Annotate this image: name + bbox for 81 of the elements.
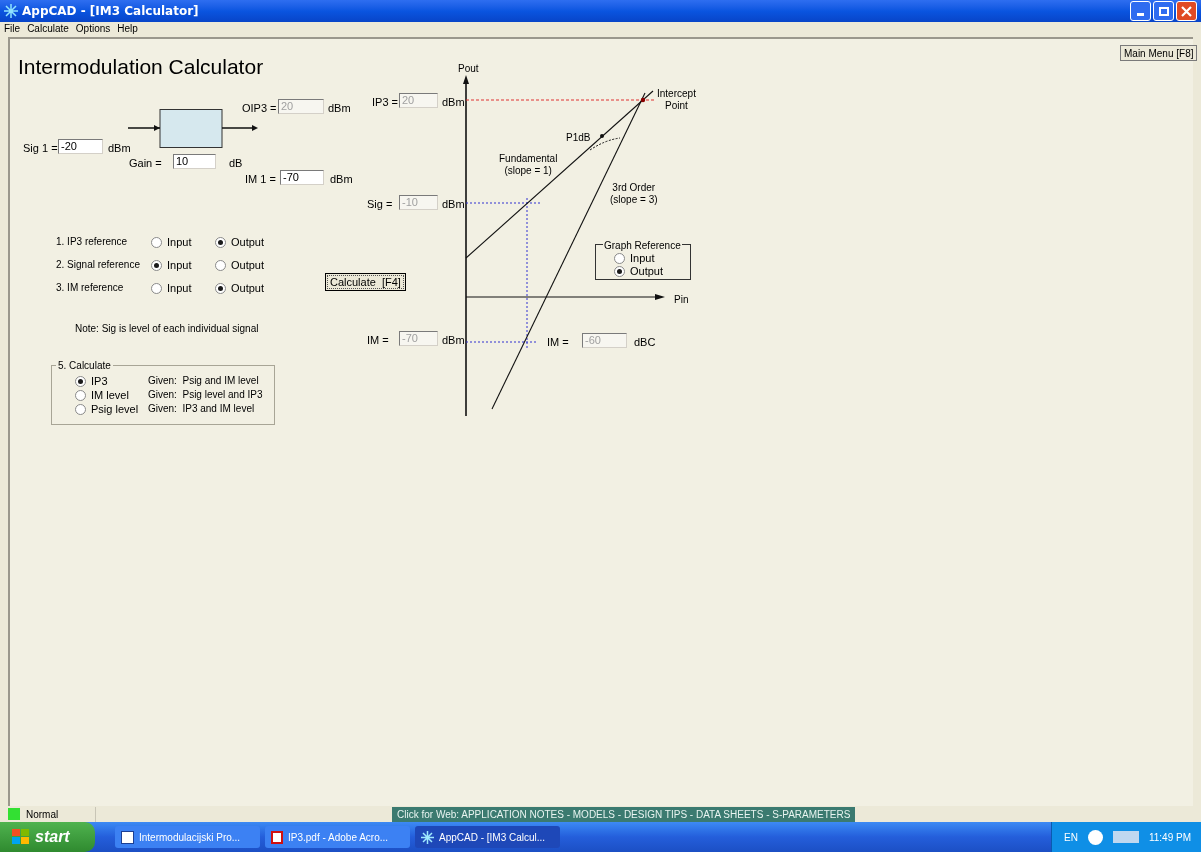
axis-label: Pout bbox=[458, 62, 479, 76]
calculate-button[interactable]: Calculate [F4] bbox=[325, 273, 406, 291]
unit-label: dB bbox=[229, 156, 243, 171]
field-label: Gain = bbox=[129, 156, 162, 171]
field-label: IM = bbox=[367, 333, 389, 348]
radio-label: Psig level bbox=[91, 402, 139, 417]
radio-label: Output bbox=[231, 235, 265, 250]
restore-button[interactable] bbox=[1153, 1, 1174, 21]
input-field[interactable]: -20 bbox=[58, 139, 103, 154]
field-label: Sig = bbox=[367, 197, 393, 212]
input-field[interactable]: -70 bbox=[280, 170, 324, 185]
close-button[interactable] bbox=[1176, 1, 1197, 21]
minimize-icon bbox=[1137, 13, 1144, 16]
menu-item[interactable]: Options bbox=[75, 21, 111, 36]
radio-button[interactable] bbox=[75, 375, 86, 387]
axis-label: Pin bbox=[674, 293, 689, 307]
radio-button[interactable] bbox=[151, 236, 162, 248]
given-text: Given: IP3 and IM level bbox=[148, 402, 255, 416]
document-icon bbox=[271, 830, 283, 844]
radio-label: Input bbox=[167, 258, 192, 273]
field-label: Sig 1 = bbox=[23, 141, 58, 156]
radio-button[interactable] bbox=[215, 236, 226, 248]
radio-label: Output bbox=[630, 264, 664, 279]
unit-label: dBC bbox=[634, 335, 656, 350]
given-text: Given: Psig level and IP3 bbox=[148, 388, 263, 402]
unit-label: dBm bbox=[328, 101, 351, 116]
radio-button[interactable] bbox=[614, 265, 625, 277]
clock: 11:49 PM bbox=[1148, 830, 1191, 845]
main-menu-button[interactable]: Main Menu [F8] bbox=[1120, 45, 1198, 61]
menu-item[interactable]: Help bbox=[117, 21, 138, 36]
field-label: IP3 = bbox=[372, 95, 398, 110]
radio-label: Output bbox=[231, 281, 265, 296]
status-indicator bbox=[8, 808, 20, 820]
fundamental-label: Fundamental (slope = 1) bbox=[499, 153, 558, 177]
unit-label: dBm bbox=[330, 172, 353, 187]
menu-item[interactable]: File bbox=[4, 21, 21, 36]
web-link[interactable]: Click for Web: APPLICATION NOTES - MODELS - DESIGN TIPS - DATA SHEETS - S-PARAMETERS bbox=[392, 806, 856, 822]
intercept-label: Intercept Point bbox=[657, 88, 696, 112]
radio-button[interactable] bbox=[215, 282, 226, 294]
page-heading: Intermodulation Calculator bbox=[18, 54, 264, 80]
unit-label: dBm bbox=[442, 197, 465, 212]
unit-label: dBm bbox=[442, 333, 465, 348]
unit-label: dBm bbox=[108, 141, 131, 156]
unit-label: dBm bbox=[442, 95, 465, 110]
taskbar-task[interactable]: Intermodulacijski Pro... bbox=[115, 826, 260, 848]
radio-button[interactable] bbox=[75, 403, 86, 415]
radio-button[interactable] bbox=[151, 259, 162, 271]
field-label: IM = bbox=[547, 335, 569, 350]
radio-label: IP3 bbox=[91, 374, 108, 389]
radio-label: Input bbox=[167, 281, 192, 296]
p1db-label: P1dB bbox=[566, 131, 591, 145]
taskbar-task[interactable]: IP3.pdf - Adobe Acro... bbox=[265, 826, 410, 848]
input-field[interactable]: 10 bbox=[173, 154, 216, 169]
radio-button[interactable] bbox=[215, 259, 226, 271]
reference-label: 3. IM reference bbox=[56, 281, 124, 295]
reference-label: 2. Signal reference bbox=[56, 258, 140, 272]
radio-button[interactable] bbox=[614, 252, 625, 264]
radio-label: Output bbox=[231, 258, 265, 273]
field-label: IM 1 = bbox=[245, 172, 276, 187]
star-icon bbox=[4, 4, 18, 18]
radio-button[interactable] bbox=[151, 282, 162, 294]
group-title: Graph Reference bbox=[603, 238, 682, 253]
window-title: AppCAD - [IM3 Calculator] bbox=[22, 3, 199, 20]
restore-icon bbox=[1158, 6, 1169, 16]
document-icon bbox=[121, 830, 134, 844]
minimize-button[interactable] bbox=[1130, 1, 1151, 21]
radio-label: Input bbox=[630, 251, 655, 266]
radio-label: IM level bbox=[91, 388, 129, 403]
note-text: Note: Sig is level of each individual signal bbox=[75, 322, 259, 336]
radio-button[interactable] bbox=[75, 389, 86, 401]
close-icon bbox=[1181, 5, 1192, 17]
given-text: Given: Psig and IM level bbox=[148, 374, 259, 388]
windows-logo-icon bbox=[12, 829, 30, 845]
taskbar-task[interactable]: AppCAD - [IM3 Calcul... bbox=[415, 826, 560, 848]
menu-item[interactable]: Calculate bbox=[27, 21, 69, 36]
radio-label: Input bbox=[167, 235, 192, 250]
third-order-label: 3rd Order (slope = 3) bbox=[610, 182, 658, 206]
status-mode: Normal bbox=[26, 806, 96, 822]
star-icon bbox=[421, 830, 434, 844]
reference-label: 1. IP3 reference bbox=[56, 235, 128, 249]
field-label: OIP3 = bbox=[242, 101, 277, 116]
